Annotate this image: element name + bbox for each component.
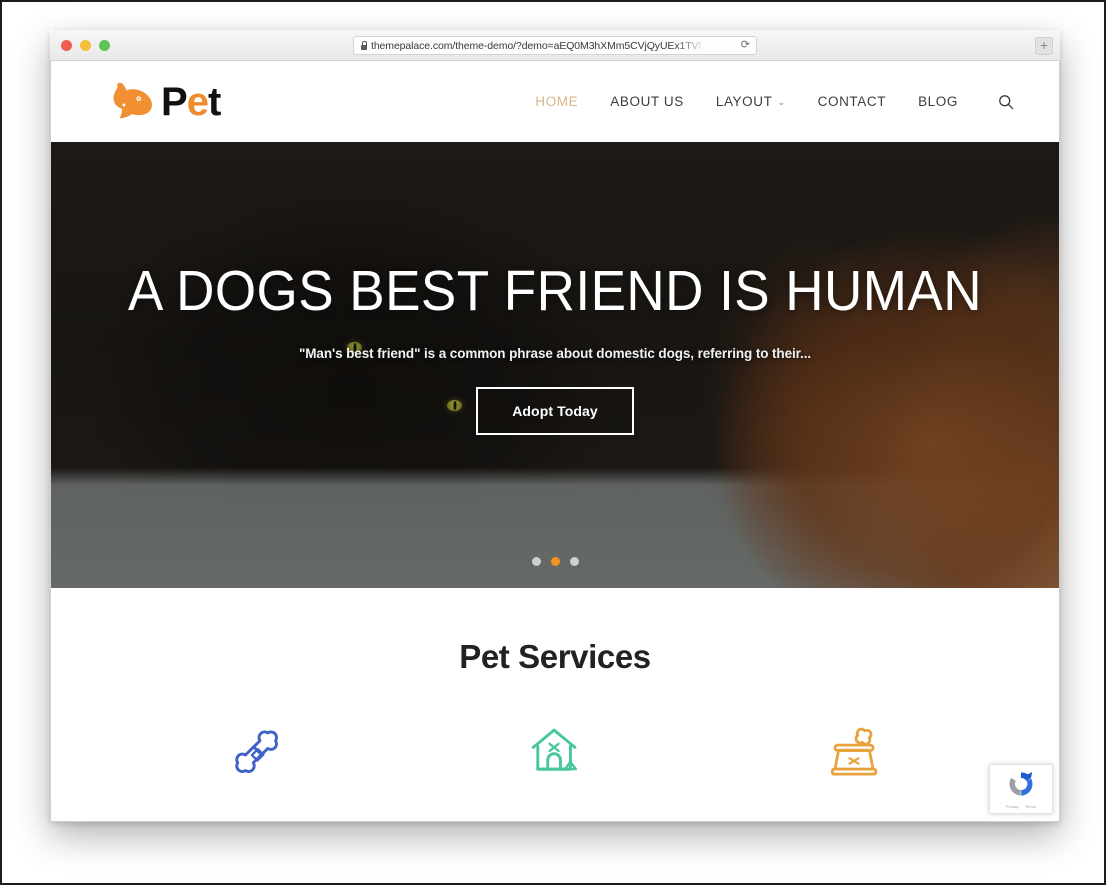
nav-item-layout[interactable]: LAYOUT ⌄ <box>716 94 786 109</box>
new-tab-button[interactable]: + <box>1035 37 1053 55</box>
adopt-today-button[interactable]: Adopt Today <box>476 386 634 435</box>
nav-item-about-us[interactable]: ABOUT US <box>610 94 684 109</box>
recaptcha-privacy-link[interactable]: Privacy <box>1006 805 1019 809</box>
recaptcha-badge[interactable]: Privacy Terms <box>989 764 1053 814</box>
browser-window: themepalace.com/theme-demo/?demo=aEQ0M3h… <box>50 30 1060 822</box>
reload-icon[interactable]: ⟳ <box>741 40 750 51</box>
service-item-feeding[interactable] <box>704 722 1003 780</box>
nav-item-contact[interactable]: CONTACT <box>818 94 886 109</box>
nav-item-contact-label: CONTACT <box>817 94 887 109</box>
nav-item-home[interactable]: HOME <box>535 94 578 109</box>
site-header: Pet HOME ABOUT US LAYOUT ⌄ CONTACT BLOG <box>51 61 1059 142</box>
dog-house-icon <box>526 722 584 780</box>
address-bar-url: themepalace.com/theme-demo/?demo=aEQ0M3h… <box>371 39 701 52</box>
slider-dot-2[interactable] <box>550 557 560 566</box>
food-bowl-icon <box>825 722 883 780</box>
minimize-window-button[interactable] <box>80 40 91 51</box>
recaptcha-links: Privacy Terms <box>1006 805 1036 809</box>
search-icon[interactable] <box>998 94 1014 110</box>
chevron-down-icon: ⌄ <box>777 97 786 107</box>
nav-item-about-us-label: ABOUT US <box>610 94 684 109</box>
close-window-button[interactable] <box>61 40 72 51</box>
hero-title: A DOGS BEST FRIEND IS HUMAN <box>127 259 982 323</box>
zoom-window-button[interactable] <box>99 40 110 51</box>
hero-slider: A DOGS BEST FRIEND IS HUMAN "Man's best … <box>51 142 1059 588</box>
logo-letter-e: e <box>186 79 209 124</box>
nav-item-home-label: HOME <box>535 94 579 109</box>
pet-services-section: Pet Services Privacy Terms <box>51 588 1059 821</box>
main-navigation: HOME ABOUT US LAYOUT ⌄ CONTACT BLOG <box>535 94 1014 110</box>
logo-letter-t: t <box>207 79 221 124</box>
services-icon-row <box>51 722 1059 780</box>
browser-titlebar: themepalace.com/theme-demo/?demo=aEQ0M3h… <box>50 30 1060 61</box>
services-title: Pet Services <box>459 638 651 675</box>
screenshot-frame: themepalace.com/theme-demo/?demo=aEQ0M3h… <box>0 0 1106 885</box>
hero-content: A DOGS BEST FRIEND IS HUMAN "Man's best … <box>51 259 1059 435</box>
window-controls <box>61 40 110 51</box>
slider-dot-1[interactable] <box>531 557 541 566</box>
service-item-grooming[interactable] <box>107 722 406 780</box>
dog-head-icon <box>107 79 157 125</box>
hero-subtitle: "Man's best friend" is a common phrase a… <box>298 345 811 361</box>
site-logo-text: Pet <box>161 79 221 124</box>
lock-icon <box>360 41 367 50</box>
logo-letter-p: P <box>161 79 188 124</box>
slider-dot-3[interactable] <box>569 557 579 566</box>
nav-item-layout-label: LAYOUT <box>715 94 773 109</box>
address-bar[interactable]: themepalace.com/theme-demo/?demo=aEQ0M3h… <box>353 36 757 55</box>
recaptcha-icon <box>1006 769 1036 804</box>
page-viewport: Pet HOME ABOUT US LAYOUT ⌄ CONTACT BLOG <box>50 61 1060 822</box>
site-logo[interactable]: Pet <box>107 79 221 125</box>
bone-icon <box>227 722 285 780</box>
service-item-boarding[interactable] <box>406 722 705 780</box>
slider-pagination <box>51 557 1059 566</box>
recaptcha-terms-link[interactable]: Terms <box>1025 805 1036 809</box>
nav-item-blog-label: BLOG <box>918 94 958 109</box>
nav-item-blog[interactable]: BLOG <box>918 94 958 109</box>
